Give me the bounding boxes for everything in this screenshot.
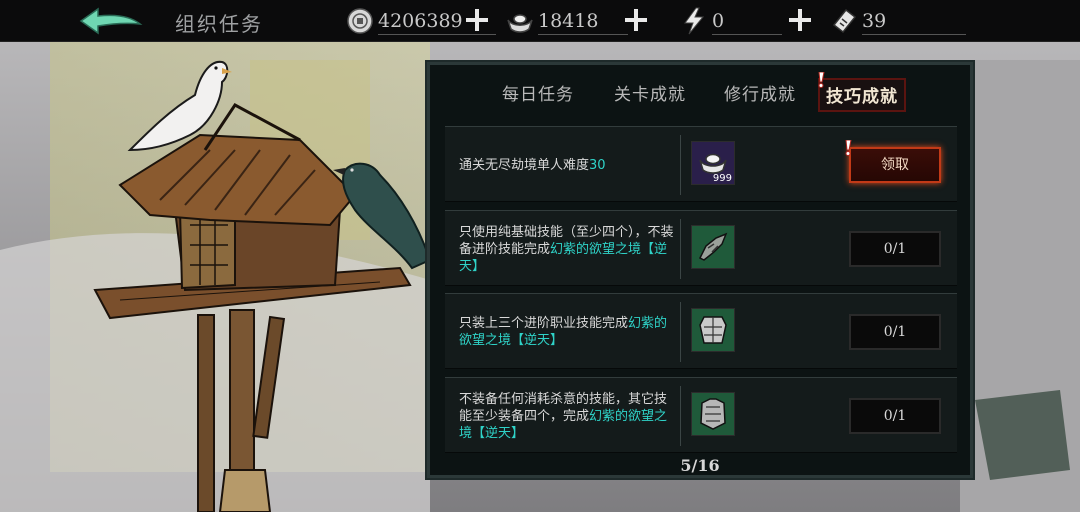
progress-button[interactable]: 0/1 <box>849 314 941 350</box>
coin-icon <box>347 8 373 34</box>
task-difficulty: 【逆天】 <box>511 333 564 348</box>
task-text: 只装上三个进阶职业技能完成 <box>459 316 629 331</box>
alert-icon <box>845 140 852 156</box>
top-bar: 组织任务 4206389 18418 0 39 <box>0 0 1080 42</box>
tab-stage-achievements[interactable]: 关卡成就 <box>600 78 700 112</box>
chest-armor-icon <box>700 398 726 430</box>
tab-bar: 每日任务 关卡成就 修行成就 技巧成就 <box>488 78 918 112</box>
page-indicator: 5/16 <box>680 456 720 475</box>
divider <box>680 135 681 195</box>
add-ingots-button[interactable] <box>623 7 649 33</box>
divider <box>538 34 628 35</box>
resource-energy: 0 <box>680 6 790 36</box>
task-highlight: 幻紫的欲望之境 <box>550 241 642 257</box>
ticket-count: 39 <box>862 10 887 32</box>
ingot-count: 18418 <box>538 10 599 32</box>
lightning-icon <box>684 7 705 35</box>
add-coins-button[interactable] <box>464 7 490 33</box>
tab-training-achievements[interactable]: 修行成就 <box>710 78 810 112</box>
reward-slot[interactable] <box>691 308 735 352</box>
progress-button[interactable]: 0/1 <box>849 231 941 267</box>
claim-button[interactable]: 领取 <box>849 147 941 183</box>
energy-count: 0 <box>712 10 725 32</box>
task-highlight: 30 <box>589 157 606 173</box>
divider <box>680 302 681 362</box>
task-row: 只使用纯基础技能（至少四个），不装备进阶技能完成幻紫的欲望之境【逆天】 0/1 <box>445 210 957 286</box>
resource-ingots: 18418 <box>506 6 636 36</box>
resource-tickets: 39 <box>830 6 970 36</box>
task-row: 通关无尽劫境单人难度30 999 领取 <box>445 126 957 202</box>
divider <box>862 34 966 35</box>
alert-icon <box>818 72 825 88</box>
divider <box>680 219 681 279</box>
task-text: 通关无尽劫境单人难度 <box>459 157 590 173</box>
page-title: 组织任务 <box>175 12 263 36</box>
task-row: 只装上三个进阶职业技能完成幻紫的欲望之境【逆天】 0/1 <box>445 293 957 369</box>
coin-count: 4206389 <box>378 10 463 32</box>
task-difficulty: 【逆天】 <box>472 425 525 441</box>
task-description: 通关无尽劫境单人难度30 <box>459 127 677 203</box>
divider <box>680 386 681 446</box>
task-row: 不装备任何消耗杀意的技能，其它技能至少装备四个，完成幻紫的欲望之境【逆天】 0/… <box>445 377 957 453</box>
reward-slot[interactable]: 999 <box>691 141 735 185</box>
armor-icon <box>699 316 727 344</box>
reward-quantity: 999 <box>712 173 732 184</box>
divider <box>378 34 496 35</box>
gauntlet-icon <box>698 232 728 261</box>
task-description: 只装上三个进阶职业技能完成幻紫的欲望之境【逆天】 <box>459 294 677 370</box>
back-button[interactable] <box>78 6 144 36</box>
add-energy-button[interactable] <box>787 7 813 33</box>
progress-button[interactable]: 0/1 <box>849 398 941 434</box>
tab-daily[interactable]: 每日任务 <box>488 78 588 112</box>
reward-slot[interactable] <box>691 392 735 436</box>
task-description: 只使用纯基础技能（至少四个），不装备进阶技能完成幻紫的欲望之境【逆天】 <box>459 211 677 287</box>
tab-skill-achievements[interactable]: 技巧成就 <box>818 78 906 112</box>
silver-ingot-icon <box>507 14 533 33</box>
reward-slot[interactable] <box>691 225 735 269</box>
ticket-icon <box>832 8 857 34</box>
divider <box>712 34 782 35</box>
task-description: 不装备任何消耗杀意的技能，其它技能至少装备四个，完成幻紫的欲望之境【逆天】 <box>459 378 677 454</box>
back-arrow-icon <box>79 7 143 35</box>
